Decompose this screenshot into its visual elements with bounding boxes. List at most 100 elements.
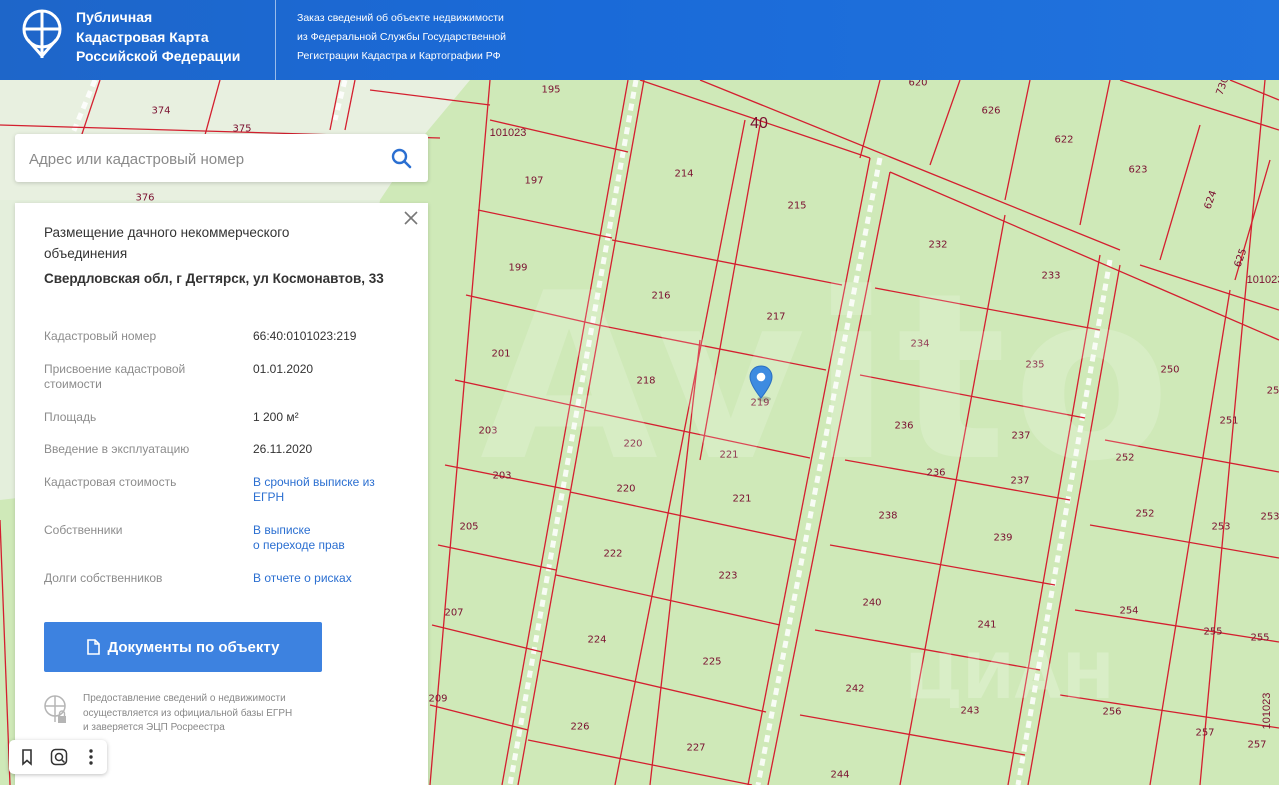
parcel-number: 254 [1119, 605, 1139, 617]
brand-line: Российской Федерации [76, 48, 241, 64]
parcel-number: 237 [1010, 475, 1030, 487]
parcel-number: 220 [623, 438, 643, 450]
parcel-number: 236 [894, 420, 914, 432]
parcel-number: 257 [1195, 727, 1215, 739]
parcel-number: 225 [702, 656, 722, 668]
owner-debts-link[interactable]: В отчете о рисках [253, 571, 413, 586]
cadastral-block-label: 101023 [1261, 692, 1273, 730]
parcel-number: 209 [428, 693, 448, 705]
parcel-number: 207 [444, 607, 464, 619]
parcel-number: 203 [492, 470, 512, 482]
parcel-number: 240 [862, 597, 882, 609]
parcel-number: 222 [603, 548, 623, 560]
commissioning-label: Введение в эксплуатацию [44, 442, 190, 456]
disclaimer-line: Предоставление сведений о недвижимости [83, 693, 286, 704]
brand-title[interactable]: Публичная Кадастровая Карта Российской Ф… [76, 8, 240, 67]
parcel-number: 234 [910, 338, 930, 350]
valuation-date-label: Присвоение кадастровой стоимости [44, 362, 186, 391]
parcel-number: 203 [478, 425, 498, 437]
cadastral-value-label: Кадастровая стоимость [44, 475, 177, 489]
top-header: Публичная Кадастровая Карта Российской Ф… [0, 0, 1279, 80]
commissioning-value: 26.11.2020 [253, 442, 313, 456]
valuation-date-value: 01.01.2020 [253, 362, 314, 376]
disclaimer-line: и заверяется ЭЦП Росреестра [83, 722, 225, 733]
parcel-number: 233 [1041, 270, 1061, 282]
disclaimer-line: осуществляется из официальной базы ЕГРН [83, 707, 293, 719]
brand-line: Кадастровая Карта [76, 28, 209, 45]
owner-debts-label: Долги собственников [44, 571, 163, 585]
documents-button-label: Документы по объекту [107, 638, 280, 656]
tagline-line: Заказ сведений об объекте недвижимости [297, 12, 504, 24]
parcel-number: 250 [1160, 364, 1180, 376]
parcel-number: 197 [524, 175, 544, 187]
parcel-number: 224 [587, 634, 607, 646]
parcel-number: 235 [1025, 359, 1045, 371]
document-icon [86, 638, 100, 655]
area-value: 1 200 м² [253, 410, 299, 424]
parcel-number: 251 [1219, 415, 1239, 427]
cadastral-block-label: 101023 [489, 127, 527, 139]
search-icon[interactable] [390, 147, 412, 169]
lens-icon[interactable] [49, 747, 69, 767]
parcel-number: 623 [1128, 164, 1148, 176]
cadastral-value-link[interactable]: В срочной выписке из ЕГРН [253, 475, 383, 505]
parcel-number: 255 [1203, 626, 1223, 638]
close-icon[interactable] [402, 209, 420, 227]
more-icon[interactable] [81, 747, 101, 767]
parcel-number: 227 [686, 742, 706, 754]
parcel-number: 220 [616, 483, 636, 495]
object-type: Размещение дачного некоммерческого объед… [44, 225, 290, 261]
cadastral-block-label: 101023 [1246, 274, 1279, 286]
parcel-number: 221 [719, 449, 739, 461]
parcel-number: 218 [636, 375, 656, 387]
parcel-number: 214 [674, 168, 694, 180]
bookmark-icon[interactable] [17, 747, 37, 767]
search-input[interactable] [27, 146, 371, 172]
floating-toolbar [9, 740, 107, 774]
owners-link-line: В выписке [253, 523, 311, 537]
parcel-number: 243 [960, 705, 980, 717]
parcel-number: 215 [787, 200, 807, 212]
parcel-number: 217 [766, 311, 786, 323]
parcel-number: 216 [651, 290, 671, 302]
parcel-number: 242 [845, 683, 865, 695]
parcel-number: 257 [1247, 739, 1267, 751]
parcel-number: 244 [830, 769, 850, 781]
parcel-number: 376 [135, 192, 155, 204]
parcel-number: 239 [993, 532, 1013, 544]
parcel-number: 201 [491, 348, 511, 360]
parcel-number: 252 [1135, 508, 1155, 520]
parcel-number: 237 [1011, 430, 1031, 442]
search-box [15, 134, 428, 182]
owners-link-line: о переходе прав [253, 538, 345, 552]
parcel-number: 241 [977, 619, 997, 631]
owners-label: Собственники [44, 523, 123, 537]
object-address: Свердловская обл, г Дегтярск, ул Космона… [44, 271, 384, 286]
parcel-number: 195 [541, 84, 561, 96]
object-info-panel: Размещение дачного некоммерческого объед… [15, 203, 428, 785]
brand-line: Публичная [76, 9, 153, 25]
egrn-disclaimer: Предоставление сведений о недвижимости о… [83, 692, 343, 736]
location-marker-icon[interactable] [748, 364, 774, 402]
header-divider [275, 0, 276, 80]
parcel-number: 226 [570, 721, 590, 733]
parcel-number: 252 [1115, 452, 1135, 464]
tagline-line: Регистрации Кадастра и Картографии РФ [297, 50, 501, 62]
parcel-number: 253 [1211, 521, 1231, 533]
parcel-number: 223 [718, 570, 738, 582]
documents-button[interactable]: Документы по объекту [44, 622, 322, 672]
owners-link[interactable]: В выписке о переходе прав [253, 523, 413, 553]
cadastral-district-label: 40 [750, 115, 768, 132]
cadastral-number-value: 66:40:0101023:219 [253, 329, 357, 343]
parcel-number: 255 [1250, 632, 1270, 644]
egrn-icon [44, 695, 66, 723]
logo-icon[interactable] [20, 8, 64, 60]
parcel-number: 375 [232, 123, 252, 135]
header-tagline: Заказ сведений об объекте недвижимости и… [297, 9, 506, 66]
parcel-number: 374 [151, 105, 171, 117]
parcel-number: 256 [1102, 706, 1122, 718]
area-label: Площадь [44, 410, 97, 424]
parcel-number: 199 [508, 262, 528, 274]
parcel-number: 221 [732, 493, 752, 505]
parcel-number: 626 [981, 105, 1001, 117]
